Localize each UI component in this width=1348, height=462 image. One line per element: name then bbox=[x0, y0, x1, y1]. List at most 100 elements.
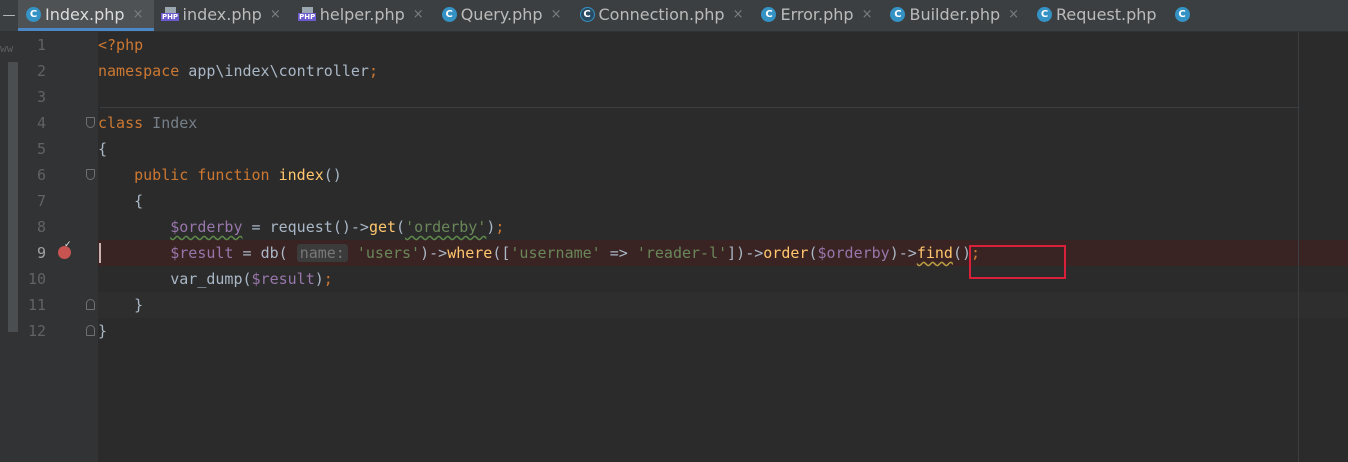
brace: { bbox=[98, 140, 108, 158]
code-line-11: } bbox=[98, 292, 143, 318]
tab-label: helper.php bbox=[319, 4, 405, 24]
string-literal: 'username' bbox=[510, 244, 601, 262]
tab-index-php[interactable]: PHP index.php × bbox=[154, 0, 291, 31]
close-icon[interactable]: × bbox=[862, 7, 873, 22]
close-icon[interactable]: × bbox=[413, 7, 424, 22]
brace: } bbox=[98, 322, 108, 340]
code-editor[interactable]: <?php namespace app\index\controller; cl… bbox=[98, 32, 1348, 462]
code-line-10: var_dump($result); bbox=[98, 266, 333, 292]
code-line-4: class Index bbox=[98, 110, 197, 136]
tab-request-php[interactable]: C Request.php bbox=[1029, 0, 1167, 31]
tab-label: Builder.php bbox=[909, 4, 1001, 24]
close-icon[interactable]: × bbox=[733, 7, 744, 22]
php-file-icon: PHP bbox=[160, 7, 180, 21]
function-call: request bbox=[269, 218, 333, 236]
code-line-9: $result = db( name: 'users')->where(['us… bbox=[98, 240, 980, 266]
variable: $orderby bbox=[817, 244, 890, 262]
class-name: Index bbox=[143, 114, 198, 132]
tab-query-php[interactable]: C Query.php × bbox=[434, 0, 572, 31]
line-number-current: 9 bbox=[36, 244, 46, 262]
function-name: index bbox=[269, 166, 324, 184]
punctuation: ([ bbox=[492, 244, 511, 262]
tab-label: Request.php bbox=[1056, 4, 1157, 24]
editor-gutter: 1 2 3 4 5 6 7 8 9 10 11 12 ✓ bbox=[20, 32, 98, 462]
fold-class-icon[interactable] bbox=[86, 117, 95, 128]
function-call: var_dump bbox=[170, 270, 243, 288]
semicolon: ; bbox=[495, 218, 505, 236]
parens: () bbox=[323, 166, 342, 184]
brace: } bbox=[134, 296, 144, 314]
punctuation: ])-> bbox=[727, 244, 764, 262]
close-icon[interactable]: × bbox=[270, 7, 281, 22]
left-tool-strip: ww bbox=[0, 32, 20, 462]
tab-overflow[interactable]: C bbox=[1167, 0, 1200, 31]
parameter-hint: name: bbox=[296, 244, 348, 262]
punctuation: )-> bbox=[889, 244, 917, 262]
class-icon: C bbox=[1174, 6, 1190, 22]
punctuation: ( bbox=[278, 244, 297, 262]
fold-class-end-icon[interactable] bbox=[86, 325, 95, 336]
line-number: 1 bbox=[36, 36, 46, 54]
close-icon[interactable]: × bbox=[1008, 7, 1019, 22]
line-number: 8 bbox=[36, 218, 46, 236]
method-call: order bbox=[763, 244, 809, 262]
code-line-8: $orderby = request()->get('orderby'); bbox=[98, 214, 504, 240]
function-call: db bbox=[260, 244, 279, 262]
method-call: where bbox=[447, 244, 493, 262]
tab-helper-php[interactable]: PHP helper.php × bbox=[291, 0, 434, 31]
tab-connection-php[interactable]: C Connection.php × bbox=[572, 0, 754, 31]
code-line-5: { bbox=[98, 136, 107, 162]
close-icon[interactable]: × bbox=[133, 7, 144, 22]
punctuation: )-> bbox=[420, 244, 448, 262]
method-call-find: find bbox=[916, 244, 953, 262]
code-line-7: { bbox=[98, 188, 143, 214]
tab-index-php[interactable]: C Index.php × bbox=[18, 0, 154, 31]
code-line-2: namespace app\index\controller; bbox=[98, 58, 378, 84]
editor-tab-bar: — C Index.php × PHP index.php × PHP helper.php ×… bbox=[0, 0, 1348, 32]
string-literal: 'users' bbox=[356, 244, 421, 262]
left-scrollbar-thumb[interactable] bbox=[8, 62, 18, 332]
tab-builder-php[interactable]: C Builder.php × bbox=[882, 0, 1029, 31]
class-icon: C bbox=[441, 6, 457, 22]
close-icon[interactable]: × bbox=[551, 7, 562, 22]
punctuation: ( bbox=[396, 218, 406, 236]
tab-label: Connection.php bbox=[598, 4, 725, 24]
punctuation: ) bbox=[314, 270, 324, 288]
brace: { bbox=[134, 192, 144, 210]
variable: $result bbox=[251, 270, 315, 288]
semicolon: ; bbox=[323, 270, 333, 288]
tab-menu-icon[interactable]: — bbox=[0, 0, 18, 31]
string-literal: 'reader-l' bbox=[636, 244, 728, 262]
code-line-12: } bbox=[98, 318, 107, 344]
keyword: function bbox=[188, 166, 270, 184]
tab-error-php[interactable]: C Error.php × bbox=[753, 0, 882, 31]
punctuation: ()-> bbox=[332, 218, 369, 236]
line-number: 11 bbox=[27, 296, 46, 314]
tab-label: Query.php bbox=[460, 4, 543, 24]
annotation-highlight-box bbox=[969, 245, 1066, 279]
fold-function-end-icon[interactable] bbox=[86, 299, 95, 310]
line-number: 10 bbox=[27, 270, 46, 288]
punctuation: ( bbox=[242, 270, 252, 288]
class-icon: C bbox=[761, 6, 777, 22]
php-open-tag: <?php bbox=[98, 36, 144, 54]
line-number: 3 bbox=[36, 88, 46, 106]
right-margin-guide bbox=[1298, 32, 1299, 462]
namespace-path: app\index\controller bbox=[179, 62, 369, 80]
tabs-container: C Index.php × PHP index.php × PHP helper.php × C Q… bbox=[18, 0, 1200, 31]
fold-function-icon[interactable] bbox=[86, 169, 95, 180]
line-number: 6 bbox=[36, 166, 46, 184]
string-literal: 'orderby' bbox=[405, 218, 487, 236]
tab-label: index.php bbox=[182, 4, 262, 24]
code-line-1: <?php bbox=[98, 32, 143, 58]
method-separator bbox=[100, 107, 1298, 108]
operator: => bbox=[600, 244, 637, 262]
class-icon: C bbox=[579, 6, 595, 22]
